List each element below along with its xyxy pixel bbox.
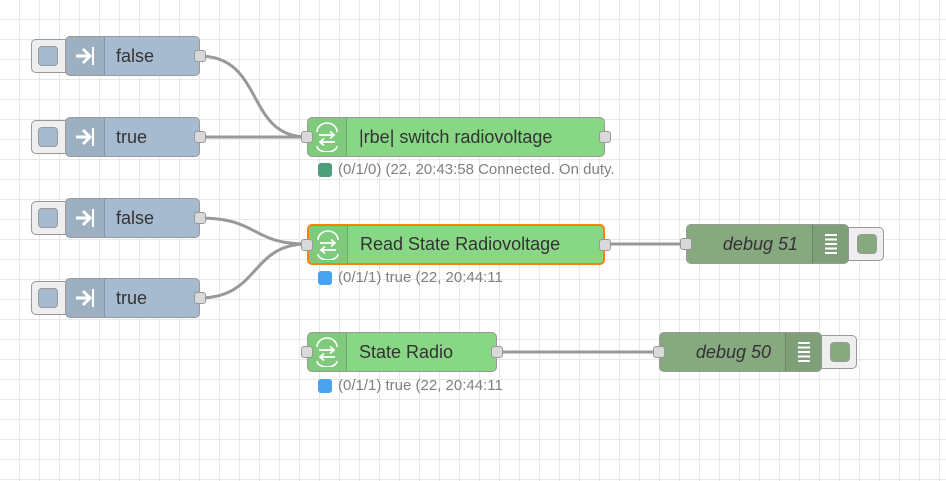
status-indicator [318, 378, 332, 393]
inject-trigger-button[interactable] [31, 201, 67, 235]
inject-label: true [116, 126, 148, 147]
debug-toggle-button-face [830, 342, 850, 362]
inject-icon-area [66, 37, 105, 75]
inject-trigger-button[interactable] [31, 281, 67, 315]
inject-trigger-button-face [38, 127, 58, 147]
output-port[interactable] [599, 131, 611, 143]
arrow-in-icon [76, 128, 94, 146]
knx-node[interactable]: |rbe| switch radiovoltage [301, 117, 611, 157]
debug-icon-area [785, 333, 821, 371]
output-port[interactable] [194, 50, 206, 62]
output-port[interactable] [194, 131, 206, 143]
inject-node[interactable]: true [65, 117, 206, 157]
inject-trigger-button-face [38, 208, 58, 228]
knx-icon-area [308, 333, 347, 371]
debug-toggle-button[interactable] [821, 335, 857, 369]
inject-label: true [116, 287, 148, 308]
arrow-in-icon [76, 289, 94, 307]
status-text: (0/1/0) (22, 20:43:58 Connected. On duty… [338, 161, 615, 178]
wire[interactable] [198, 216, 308, 246]
inject-trigger-button[interactable] [31, 120, 67, 154]
inject-trigger-button-face [38, 288, 58, 308]
node-status: (0/1/0) (22, 20:43:58 Connected. On duty… [318, 161, 615, 178]
output-port[interactable] [194, 212, 206, 224]
status-indicator [318, 270, 332, 285]
input-port[interactable] [301, 346, 313, 358]
list-lines-icon [824, 234, 837, 254]
knx-node[interactable]: Read State Radiovoltage [301, 224, 611, 265]
output-port[interactable] [491, 346, 503, 358]
debug-node[interactable]: debug 51 [680, 224, 849, 264]
input-port[interactable] [301, 239, 313, 251]
debug-label: debug 51 [722, 233, 798, 254]
debug-toggle-button[interactable] [848, 227, 884, 261]
output-port[interactable] [599, 239, 611, 251]
knx-label: State Radio [359, 341, 454, 362]
debug-toggle-button-face [857, 234, 877, 254]
list-lines-icon [797, 342, 810, 362]
knx-icon-area [308, 118, 347, 156]
inject-icon-area [66, 279, 105, 317]
node-status: (0/1/1) true (22, 20:44:11 [318, 269, 503, 286]
knx-label: |rbe| switch radiovoltage [359, 126, 553, 147]
inject-icon-area [66, 199, 105, 237]
debug-label: debug 50 [695, 341, 771, 362]
arrow-in-icon [76, 47, 94, 65]
status-text: (0/1/1) true (22, 20:44:11 [338, 269, 503, 286]
debug-icon-area [812, 225, 848, 263]
knx-icon-area [309, 226, 348, 263]
input-port[interactable] [653, 346, 665, 358]
knx-label: Read State Radiovoltage [360, 234, 561, 254]
inject-icon-area [66, 118, 105, 156]
node-status: (0/1/1) true (22, 20:44:11 [318, 377, 503, 394]
inject-label: false [116, 207, 155, 228]
knx-logo-icon [316, 337, 338, 367]
inject-node[interactable]: true [65, 278, 206, 318]
input-port[interactable] [680, 238, 692, 250]
debug-node[interactable]: debug 50 [653, 332, 822, 372]
input-port[interactable] [301, 131, 313, 143]
knx-logo-icon [316, 122, 338, 152]
wire[interactable] [198, 242, 308, 300]
status-text: (0/1/1) true (22, 20:44:11 [338, 377, 503, 394]
inject-node[interactable]: false [65, 36, 206, 76]
inject-label: false [116, 45, 155, 66]
inject-trigger-button[interactable] [31, 39, 67, 73]
inject-node[interactable]: false [65, 198, 206, 238]
wire[interactable] [198, 54, 308, 139]
output-port[interactable] [194, 292, 206, 304]
knx-logo-icon [317, 229, 339, 260]
arrow-in-icon [76, 209, 94, 227]
status-indicator [318, 162, 332, 177]
inject-trigger-button-face [38, 46, 58, 66]
knx-node[interactable]: State Radio [301, 332, 503, 372]
